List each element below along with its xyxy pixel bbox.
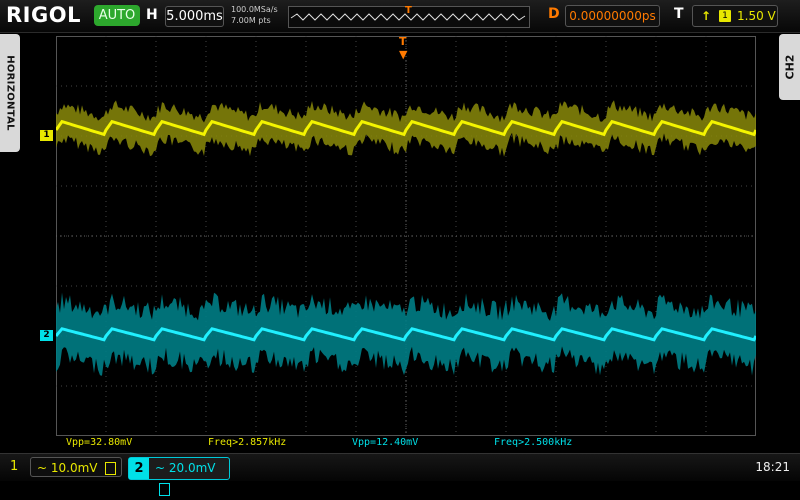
ch2-bandwidth-icon: . [159,483,170,496]
top-status-bar: RIGOL AUTO H 5.000ms 100.0MSa/s 7.00M pt… [0,0,800,33]
ch2-label: 2 [129,458,149,479]
memory-depth: 7.00M pts [231,16,271,25]
ch2-scale: 20.0mV [168,461,216,475]
ch2-menu-tab[interactable]: CH2 [779,34,800,100]
ch2-coupling: ~ [155,461,166,475]
ch1-freq-measurement: Freq>2.857kHz [208,437,287,448]
trigger-delay-value[interactable]: 0.00000000ps [565,5,660,27]
memory-overview-bar[interactable]: T [288,5,530,28]
ch1-scale: 10.0mV [50,461,98,475]
ch1-coupling: ~ [37,461,48,475]
ch2-scale-text: ~ 20.0mV . [155,458,229,500]
trigger-level: 1.50 V [737,9,776,23]
run-mode-badge[interactable]: AUTO [94,5,140,26]
horizontal-label: H [146,7,158,23]
trigger-settings[interactable]: ↑ 1 1.50 V [692,5,778,27]
brand-logo: RIGOL [6,3,81,27]
bottom-channel-bar: 1 ~ 10.0mV . 2 ~ 20.0mV . 18:21 [0,453,800,496]
sample-rate: 100.0MSa/s [231,5,278,14]
ch2-vpp-measurement: Vpp=12.40mV [352,437,419,448]
system-clock: 18:21 [755,460,790,474]
rising-edge-icon: ↑ [701,9,712,23]
trigger-source: 1 [719,10,731,22]
trigger-position-marker-icon[interactable]: T ▼ [399,35,407,61]
ch1-offset-marker[interactable]: 1 [40,130,53,141]
horizontal-menu-tab[interactable]: HORIZONTAL [0,34,20,152]
memory-trigger-marker-icon: T [405,5,412,16]
horizontal-tab-label: HORIZONTAL [4,55,16,131]
ch2-tab-label: CH2 [783,54,797,80]
ch2-offset-marker[interactable]: 2 [40,330,53,341]
graticule [56,36,756,436]
trigger-label: T [674,6,684,22]
ch1-vpp-measurement: Vpp=32.80mV [66,437,133,448]
ch2-scale-button[interactable]: 2 ~ 20.0mV . [128,457,230,496]
ch1-scale-button[interactable]: ~ 10.0mV . [30,457,122,477]
waveform-display[interactable] [56,36,756,436]
timebase-value[interactable]: 5.000ms [165,6,224,27]
ch2-freq-measurement: Freq>2.500kHz [494,437,573,448]
acquisition-info: 100.0MSa/s 7.00M pts [231,4,278,26]
delay-label: D [548,6,560,22]
ch1-label[interactable]: 1 [10,459,18,474]
ch1-bandwidth-icon: . [105,462,117,475]
